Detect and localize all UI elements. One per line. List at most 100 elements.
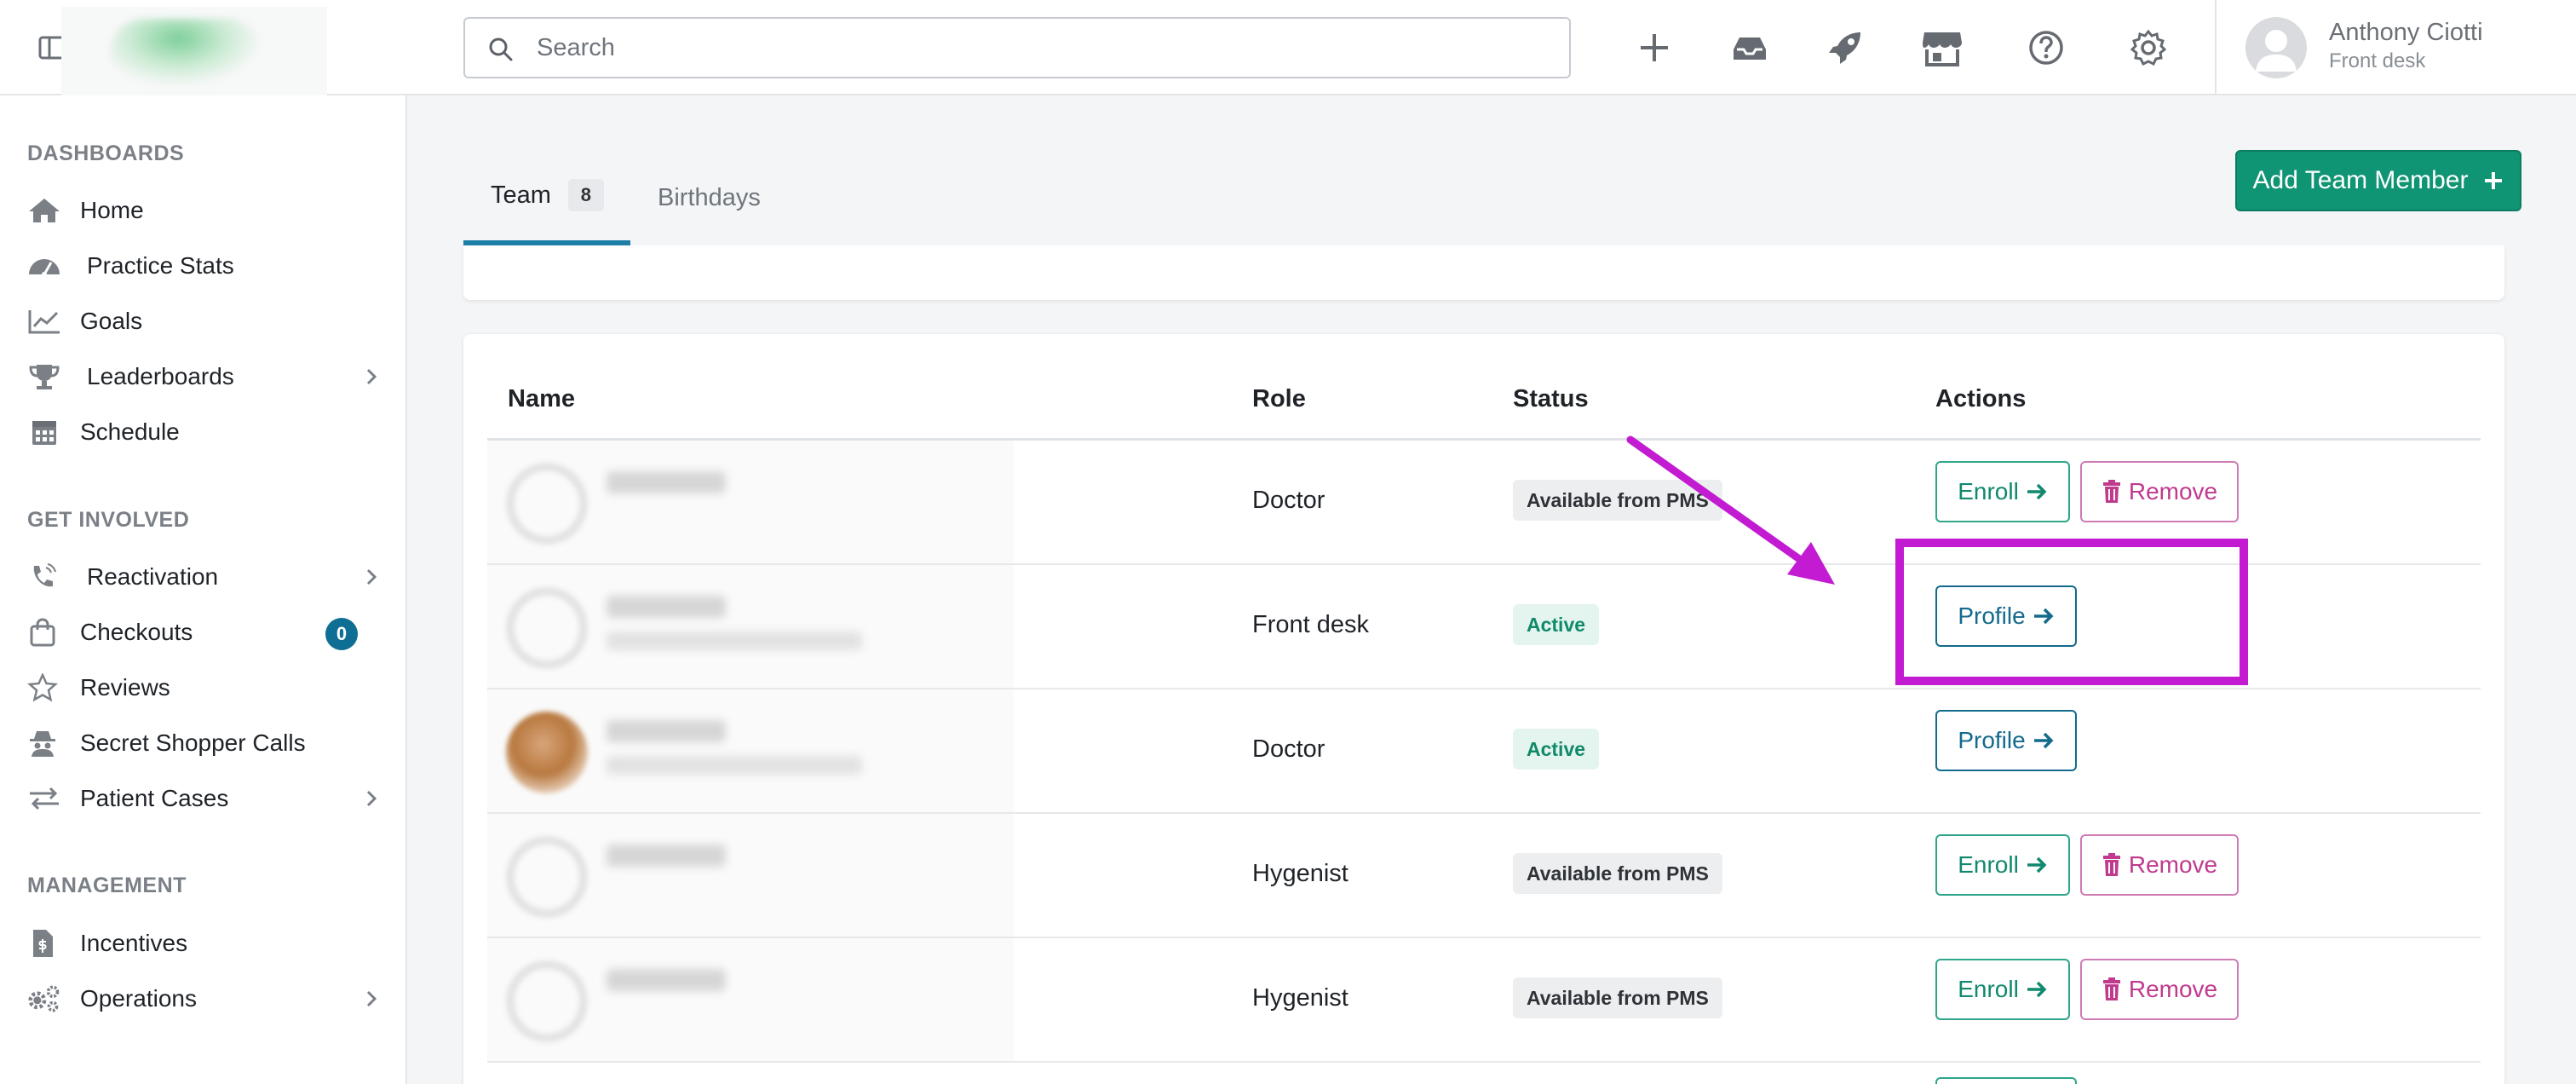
member-role: Doctor xyxy=(1252,487,1325,514)
inbox-icon[interactable] xyxy=(1726,24,1774,72)
add-team-member-button[interactable]: Add Team Member xyxy=(2235,150,2521,211)
sidebar-item-operations[interactable]: Operations xyxy=(0,974,405,1023)
sidebar-item-secret-shopper-calls[interactable]: Secret Shopper Calls xyxy=(0,718,405,768)
gear-icon[interactable] xyxy=(2125,24,2172,72)
sidebar-item-reviews[interactable]: Reviews xyxy=(0,663,405,712)
home-icon xyxy=(27,196,61,225)
team-count-badge: 8 xyxy=(567,179,604,211)
sidebar-item-label: Goals xyxy=(80,308,143,334)
member-name-redacted xyxy=(607,845,726,867)
column-header-status: Status xyxy=(1513,385,1589,412)
chevron-right-icon xyxy=(366,990,377,1007)
sidebar-item-label: Patient Cases xyxy=(80,785,229,811)
shopping-bag-icon xyxy=(27,618,61,647)
rocket-icon[interactable] xyxy=(1821,24,1869,72)
sidebar-item-schedule[interactable]: Schedule xyxy=(0,407,405,457)
member-email-redacted xyxy=(607,756,862,775)
help-icon[interactable] xyxy=(2022,24,2070,72)
remove-label: Remove xyxy=(2128,478,2218,505)
member-info xyxy=(487,938,1014,1061)
sidebar-item-label: Schedule xyxy=(80,418,180,445)
member-info xyxy=(487,689,1014,812)
sidebar-item-incentives[interactable]: Incentives xyxy=(0,919,405,968)
trash-icon xyxy=(2102,853,2120,876)
member-name-redacted xyxy=(607,969,726,991)
logo[interactable] xyxy=(61,7,327,95)
sidebar-item-checkouts[interactable]: Checkouts 0 xyxy=(0,608,405,657)
member-name-redacted xyxy=(607,596,726,618)
remove-button[interactable]: Remove xyxy=(2080,834,2239,896)
checkouts-count-badge: 0 xyxy=(325,618,358,650)
sidebar-item-practice-stats[interactable]: Practice Stats xyxy=(0,241,405,291)
member-name-redacted xyxy=(607,471,726,493)
add-team-member-label: Add Team Member xyxy=(2252,166,2469,194)
member-info xyxy=(487,565,1014,688)
member-avatar xyxy=(506,836,588,918)
tab-birthdays[interactable]: Birthdays xyxy=(658,150,794,245)
sidebar-item-label: Checkouts xyxy=(80,619,193,645)
sidebar-item-patient-cases[interactable]: Patient Cases xyxy=(0,774,405,823)
member-name-redacted xyxy=(607,720,726,742)
user-name: Anthony Ciotti xyxy=(2329,19,2483,46)
member-role: Doctor xyxy=(1252,735,1325,763)
sidebar-item-label: Incentives xyxy=(80,930,188,956)
member-info xyxy=(487,441,1014,563)
annotation-highlight-box xyxy=(1895,539,2248,685)
status-badge: Active xyxy=(1513,729,1600,770)
partial-row-button xyxy=(1935,1077,2077,1084)
member-role: Front desk xyxy=(1252,611,1369,638)
line-chart-icon xyxy=(27,307,61,336)
member-email-redacted xyxy=(607,631,862,650)
table-row: Hygenist Available from PMS Enroll Remov… xyxy=(487,938,2481,1063)
spy-icon xyxy=(27,729,61,758)
table-row: Doctor Active Profile xyxy=(487,689,2481,814)
annotation-arrow-icon xyxy=(1626,435,1835,585)
profile-button[interactable]: Profile xyxy=(1935,710,2077,771)
sidebar-item-leaderboards[interactable]: Leaderboards xyxy=(0,352,405,401)
sidebar-item-goals[interactable]: Goals xyxy=(0,297,405,346)
sidebar: DASHBOARDS Home Practice Stats Goals Lea… xyxy=(0,95,407,1084)
enroll-button[interactable]: Enroll xyxy=(1935,834,2070,896)
remove-label: Remove xyxy=(2128,976,2218,1002)
top-bar: Anthony Ciotti Front desk xyxy=(0,0,2576,95)
sidebar-item-home[interactable]: Home xyxy=(0,186,405,235)
exchange-icon xyxy=(27,784,61,813)
sidebar-item-label: Leaderboards xyxy=(87,363,234,389)
chevron-right-icon xyxy=(366,790,377,807)
remove-button[interactable]: Remove xyxy=(2080,461,2239,522)
enroll-button[interactable]: Enroll xyxy=(1935,959,2070,1020)
user-menu[interactable]: Anthony Ciotti Front desk xyxy=(2215,0,2576,95)
avatar xyxy=(2245,17,2307,78)
sidebar-item-label: Operations xyxy=(80,985,197,1012)
enroll-button[interactable]: Enroll xyxy=(1935,461,2070,522)
section-get-involved: GET INVOLVED xyxy=(27,508,190,532)
search-box[interactable] xyxy=(463,17,1571,78)
member-avatar xyxy=(506,463,588,545)
enroll-label: Enroll xyxy=(1958,976,2019,1002)
plus-icon[interactable] xyxy=(1630,24,1678,72)
search-input[interactable] xyxy=(537,29,1542,66)
column-header-actions: Actions xyxy=(1935,385,2027,412)
member-avatar xyxy=(506,712,588,793)
member-avatar xyxy=(506,960,588,1042)
arrow-right-icon xyxy=(2033,732,2054,749)
enroll-label: Enroll xyxy=(1958,851,2019,878)
sidebar-item-label: Home xyxy=(80,197,144,223)
column-header-name: Name xyxy=(508,385,575,412)
arrow-right-icon xyxy=(2027,483,2047,500)
member-role: Hygenist xyxy=(1252,860,1348,887)
column-header-role: Role xyxy=(1252,385,1306,412)
sidebar-item-label: Practice Stats xyxy=(87,252,234,279)
chevron-right-icon xyxy=(366,568,377,585)
sidebar-item-reactivation[interactable]: Reactivation xyxy=(0,552,405,602)
tab-team[interactable]: Team 8 xyxy=(463,150,630,245)
trash-icon xyxy=(2102,480,2120,503)
arrow-right-icon xyxy=(2027,981,2047,998)
chevron-right-icon xyxy=(366,368,377,385)
remove-button[interactable]: Remove xyxy=(2080,959,2239,1020)
sidebar-item-label: Secret Shopper Calls xyxy=(80,729,306,756)
remove-label: Remove xyxy=(2128,851,2218,878)
team-table: Name Role Status Actions Doctor Availabl… xyxy=(463,334,2504,1084)
member-info xyxy=(487,814,1014,937)
store-icon[interactable] xyxy=(1918,24,1966,72)
